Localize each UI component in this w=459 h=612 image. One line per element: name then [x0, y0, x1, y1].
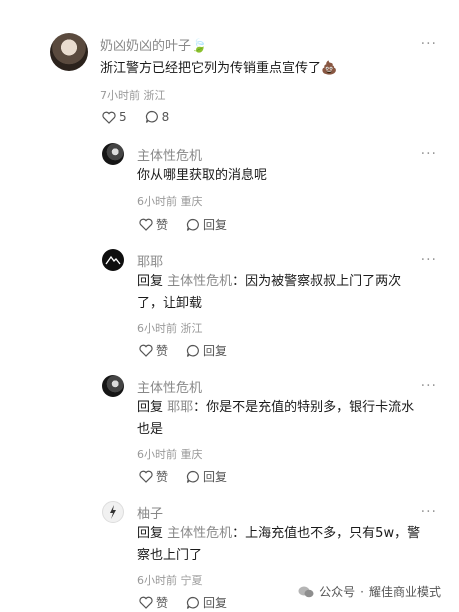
comment-meta: 6小时前 重庆: [137, 446, 203, 462]
like-label: 赞: [156, 218, 169, 232]
like-label: 赞: [156, 596, 169, 610]
location: 浙江: [180, 322, 203, 335]
more-options-button[interactable]: ···: [421, 252, 437, 268]
watermark-separator: ·: [360, 584, 364, 599]
comment-actions: 赞 回复: [139, 216, 227, 233]
reply-label: 回复: [203, 596, 228, 610]
timestamp: 6小时前: [137, 574, 177, 587]
commenter-name-text: 奶凶奶凶的叶子: [100, 39, 192, 54]
avatar[interactable]: [102, 501, 124, 523]
heart-icon: [139, 470, 153, 483]
reply-count: 8: [161, 110, 170, 124]
heart-icon: [139, 596, 153, 609]
like-button[interactable]: 5: [102, 110, 127, 124]
comment-text-line: ：上海充值也不多，只有5w，警: [232, 526, 421, 541]
like-button[interactable]: 赞: [139, 594, 168, 611]
comment-meta: 6小时前 重庆: [137, 193, 203, 209]
comment-actions: 赞 回复: [139, 342, 227, 359]
more-options-button[interactable]: ···: [421, 36, 437, 52]
speech-bubble-icon: [186, 470, 199, 483]
commenter-name[interactable]: 耶耶: [137, 251, 163, 270]
timestamp: 6小时前: [137, 195, 177, 208]
watermark-source: 公众号: [319, 585, 356, 599]
commenter-name[interactable]: 主体性危机: [137, 377, 202, 396]
comment-meta: 6小时前 浙江: [137, 320, 203, 336]
commenter-name[interactable]: 奶凶奶凶的叶子🍃: [100, 35, 207, 54]
heart-icon: [139, 344, 153, 357]
comment-text-line: ：因为被警察叔叔上门了两次: [232, 274, 402, 289]
comment-text-line: 察也上门了: [137, 548, 203, 563]
location: 浙江: [143, 89, 166, 102]
comment-text-line: ：你是不是充值的特别多，银行卡流水: [193, 400, 415, 415]
reply-label: 回复: [203, 470, 228, 484]
timestamp: 6小时前: [137, 448, 177, 461]
heart-icon: [102, 111, 116, 124]
comment-actions: 赞 回复: [139, 468, 227, 485]
commenter-name[interactable]: 主体性危机: [137, 145, 202, 164]
commenter-name[interactable]: 柚子: [137, 503, 163, 522]
comment-text-line: 了，让卸载: [137, 296, 203, 311]
comment-text-body: 浙江警方已经把它列为传销重点宣传了: [100, 61, 322, 76]
avatar[interactable]: [102, 375, 124, 397]
avatar[interactable]: [102, 249, 124, 271]
wechat-icon: [298, 586, 314, 597]
like-button[interactable]: 赞: [139, 342, 168, 359]
mountain-logo-icon: [105, 255, 121, 265]
comment-text: 回复 主体性危机：上海充值也不多，只有5w，警察也上门了: [137, 523, 437, 567]
speech-bubble-icon: [186, 596, 199, 609]
more-options-button[interactable]: ···: [421, 378, 437, 394]
leaf-emoji-icon: 🍃: [191, 39, 208, 54]
reply-prefix: 回复: [137, 274, 164, 289]
comment-text: 回复 主体性危机：因为被警察叔叔上门了两次了，让卸载: [137, 271, 427, 315]
speech-bubble-icon: [186, 218, 199, 231]
location: 重庆: [180, 448, 203, 461]
reply-button[interactable]: 回复: [186, 216, 227, 233]
comment-text: 回复 耶耶：你是不是充值的特别多，银行卡流水也是: [137, 397, 437, 441]
like-label: 赞: [156, 470, 169, 484]
more-options-button[interactable]: ···: [421, 146, 437, 162]
like-button[interactable]: 赞: [139, 216, 168, 233]
like-button[interactable]: 赞: [139, 468, 168, 485]
comment-text: 浙江警方已经把它列为传销重点宣传了💩: [100, 58, 337, 80]
reply-target-name[interactable]: 耶耶: [167, 400, 193, 415]
reply-label: 回复: [203, 344, 228, 358]
comment-actions: 赞 回复: [139, 594, 227, 611]
reply-button[interactable]: 回复: [186, 342, 227, 359]
comment-meta: 6小时前 宁夏: [137, 572, 203, 588]
comment-actions: 5 8: [102, 110, 169, 124]
reply-button[interactable]: 回复: [186, 468, 227, 485]
location: 宁夏: [180, 574, 203, 587]
reply-label: 回复: [203, 218, 228, 232]
comment-text-line: 也是: [137, 422, 164, 437]
watermark: 公众号 · 耀佳商业模式: [298, 583, 441, 600]
speech-bubble-icon: [186, 344, 199, 357]
timestamp: 6小时前: [137, 322, 177, 335]
reply-prefix: 回复: [137, 400, 164, 415]
timestamp: 7小时前: [100, 89, 140, 102]
avatar[interactable]: [50, 33, 88, 71]
avatar[interactable]: [102, 143, 124, 165]
like-count: 5: [119, 110, 127, 124]
watermark-account: 耀佳商业模式: [368, 585, 441, 599]
reply-target-name[interactable]: 主体性危机: [167, 274, 232, 289]
lightning-logo-icon: [110, 505, 116, 519]
reply-target-name[interactable]: 主体性危机: [167, 526, 232, 541]
like-label: 赞: [156, 344, 169, 358]
reply-prefix: 回复: [137, 526, 164, 541]
comment-text: 你从哪里获取的消息呢: [137, 168, 268, 183]
more-options-button[interactable]: ···: [421, 504, 437, 520]
reply-button[interactable]: 回复: [186, 594, 227, 611]
comment-meta: 7小时前 浙江: [100, 87, 166, 103]
location: 重庆: [180, 195, 203, 208]
reply-count-button[interactable]: 8: [145, 110, 170, 124]
speech-bubble-icon: [145, 110, 158, 123]
poop-emoji-icon: 💩: [321, 61, 338, 76]
heart-icon: [139, 218, 153, 231]
